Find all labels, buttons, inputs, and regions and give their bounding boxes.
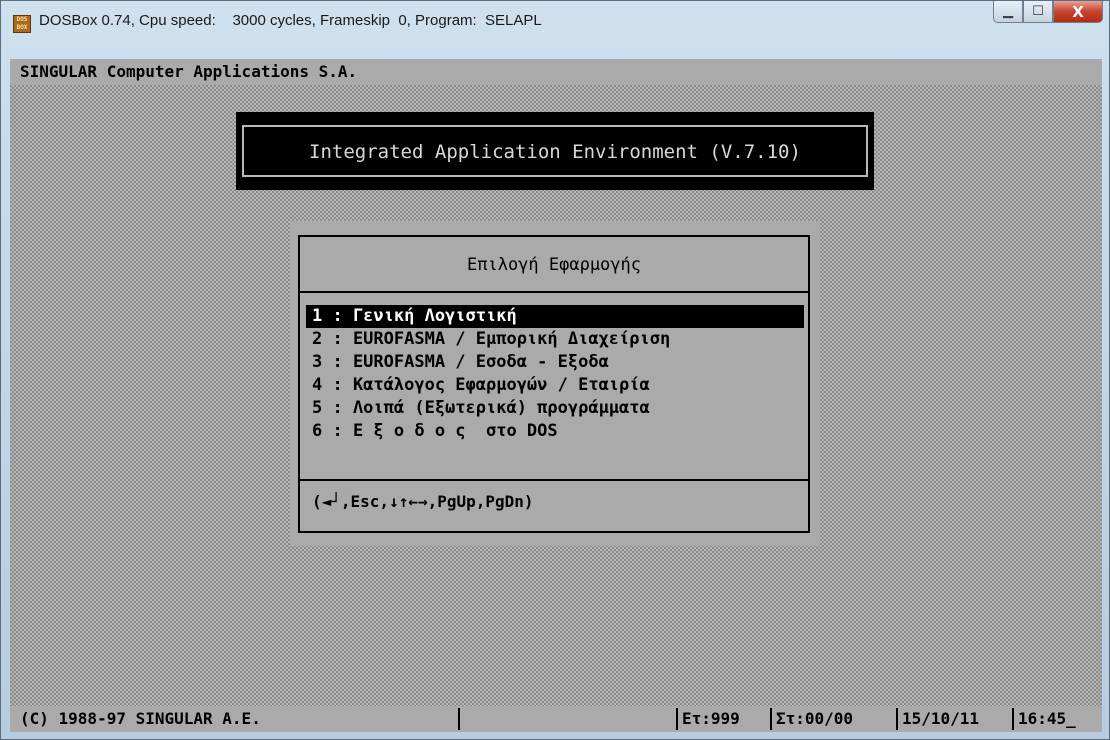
application-menu-panel: Επιλογή Εφαρμογής 1 : Γενική Λογιστική 2… [290,221,820,546]
minimize-button[interactable]: ▁ [993,1,1023,23]
menu-item-income-expenses[interactable]: 3 : EUROFASMA / Εσοδα - Εξοδα [306,351,804,374]
copyright-text: (C) 1988-97 SINGULAR A.E. [20,709,261,728]
key-hint: (◄┘,Esc,↓↑←→,PgUp,PgDn) [312,492,534,511]
menu-item-commercial-management[interactable]: 2 : EUROFASMA / Εμπορική Διαχείριση [306,328,804,351]
menu-item-application-catalog[interactable]: 4 : Κατάλογος Εφαρμογών / Εταιρία [306,374,804,397]
dosbox-app-icon[interactable]: DOS BOX [13,15,31,33]
menu-title: Επιλογή Εφαρμογής [300,237,808,293]
close-button[interactable]: X [1053,1,1103,23]
status-empty-field [458,708,676,730]
title-bar[interactable]: DOS BOX DOSBox 0.74, Cpu speed: 3000 cyc… [1,1,1109,41]
menu-list: 1 : Γενική Λογιστική 2 : EUROFASMA / Εμπ… [306,305,804,443]
menu-divider [300,479,808,481]
dos-screen[interactable]: SINGULAR Computer Applications S.A. Inte… [10,59,1102,732]
maximize-icon: ☐ [1032,4,1044,19]
application-menu: Επιλογή Εφαρμογής 1 : Γενική Λογιστική 2… [298,235,810,533]
maximize-button[interactable]: ☐ [1023,1,1053,23]
close-icon: X [1072,2,1084,21]
product-title: Integrated Application Environment (V.7.… [242,125,868,177]
minimize-icon: ▁ [1003,4,1013,19]
status-st: Στ:00/00 [770,708,896,730]
status-time: 16:45_ [1012,708,1102,730]
menu-item-exit-to-dos[interactable]: 6 : Ε ξ ο δ ο ς στο DOS [306,420,804,443]
status-date: 15/10/11 [896,708,1012,730]
window-controls: ▁ ☐ X [993,1,1103,29]
product-title-box: Integrated Application Environment (V.7.… [236,112,874,190]
dosbox-window: DOS BOX DOSBox 0.74, Cpu speed: 3000 cyc… [0,0,1110,740]
status-et: Ετ:999 [676,708,770,730]
status-bar: (C) 1988-97 SINGULAR A.E. Ετ:999 Στ:00/0… [10,706,1102,732]
menu-item-external-programs[interactable]: 5 : Λοιπά (Εξωτερικά) προγράμματα [306,397,804,420]
company-header: SINGULAR Computer Applications S.A. [10,59,1102,85]
menu-item-general-accounting[interactable]: 1 : Γενική Λογιστική [306,305,804,328]
window-title: DOSBox 0.74, Cpu speed: 3000 cycles, Fra… [39,12,542,29]
